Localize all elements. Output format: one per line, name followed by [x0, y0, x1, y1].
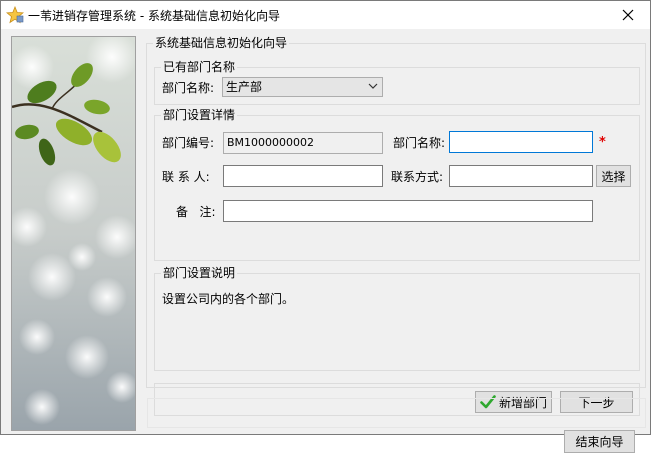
client-area: 系统基础信息初始化向导 已有部门名称 部门名称: 生产部 部门设置详情 部门编号… — [1, 29, 650, 453]
dept-description-group: 部门设置说明 设置公司内的各个部门。 — [154, 266, 640, 371]
dept-name-label: 部门名称: — [393, 136, 446, 150]
leaves-bokeh-picture — [12, 37, 135, 430]
title-bar: 一苇进销存管理系统 - 系统基础信息初始化向导 — [1, 1, 650, 29]
phone-field[interactable] — [449, 165, 593, 187]
close-button[interactable] — [606, 1, 650, 29]
remark-field[interactable] — [223, 200, 593, 222]
chevron-down-icon — [368, 83, 378, 89]
dept-code-label: 部门编号: — [162, 136, 215, 150]
remark-label: 备 注: — [176, 205, 216, 219]
select-contact-button[interactable]: 选择 — [596, 165, 631, 187]
existing-dept-label: 部门名称: — [162, 81, 215, 95]
wizard-title: 系统基础信息初始化向导 — [153, 36, 290, 50]
app-star-icon — [6, 6, 24, 24]
dept-name-field[interactable] — [449, 131, 593, 153]
footer-bar — [147, 398, 646, 428]
existing-dept-group: 已有部门名称 部门名称: 生产部 — [154, 60, 640, 105]
dept-detail-group-title: 部门设置详情 — [161, 108, 238, 122]
phone-label: 联系方式: — [391, 170, 444, 184]
existing-dept-selected: 生产部 — [226, 80, 263, 94]
dept-description-text: 设置公司内的各个部门。 — [162, 292, 295, 306]
required-mark: * — [599, 135, 606, 150]
dept-detail-group: 部门设置详情 部门编号: BM1000000002 部门名称: * 联 系 人:… — [154, 108, 640, 261]
close-icon — [622, 9, 634, 21]
window-title: 一苇进销存管理系统 - 系统基础信息初始化向导 — [28, 9, 280, 23]
dept-code-field[interactable]: BM1000000002 — [223, 132, 383, 154]
existing-dept-select[interactable]: 生产部 — [222, 77, 383, 97]
wizard-window: 一苇进销存管理系统 - 系统基础信息初始化向导 系统基础信息初始化向导 已有部门… — [0, 0, 651, 453]
contact-label: 联 系 人: — [162, 170, 210, 184]
side-leaves-image — [11, 36, 136, 431]
existing-dept-group-title: 已有部门名称 — [161, 60, 238, 74]
dept-description-group-title: 部门设置说明 — [161, 266, 238, 280]
contact-field[interactable] — [223, 165, 383, 187]
finish-wizard-button[interactable]: 结束向导 — [564, 430, 635, 453]
